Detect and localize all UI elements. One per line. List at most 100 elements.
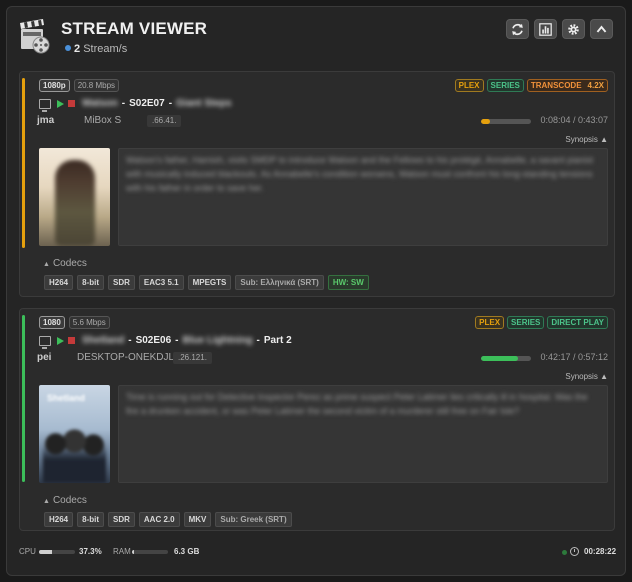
codec-chip: 8-bit bbox=[77, 512, 105, 527]
session-info: jma MiBox S .66.41. 0:08:04 / 0:43:07 bbox=[37, 115, 608, 129]
ram-bar bbox=[132, 550, 168, 554]
media-title-row: Shetland - S02E06 - Blue Lightning - Par… bbox=[39, 335, 292, 349]
progress-fill bbox=[481, 119, 490, 124]
refresh-icon bbox=[512, 23, 523, 35]
chevron-up-icon bbox=[596, 25, 607, 33]
header: STREAM VIEWER 2 Stream/s bbox=[19, 17, 613, 65]
transcode-label: TRANSCODE bbox=[530, 81, 582, 90]
tv-icon bbox=[39, 98, 51, 112]
server-tag: PLEX bbox=[475, 316, 505, 329]
hardware-chip: HW: SW bbox=[327, 275, 369, 290]
refresh-button[interactable] bbox=[506, 19, 529, 39]
clock-icon bbox=[570, 547, 579, 556]
episode-title: Giant Steps bbox=[176, 98, 232, 109]
poster-image bbox=[39, 148, 110, 246]
media-type-tag: SERIES bbox=[486, 79, 524, 92]
codec-chip: EAC3 5.1 bbox=[138, 275, 184, 290]
chevron-up-icon: ▲ bbox=[600, 135, 608, 144]
device-name: DESKTOP-ONEKDJL bbox=[77, 352, 175, 363]
clapperboard-icon bbox=[19, 19, 51, 55]
stream-card[interactable]: 1080p 20.8 Mbps PLEX SERIES TRANSCODE 4.2… bbox=[19, 71, 615, 297]
cpu-label: CPU bbox=[19, 547, 36, 556]
media-type-tag: SERIES bbox=[507, 316, 545, 329]
triangle-up-icon: ▲ bbox=[43, 498, 50, 505]
synopsis-toggle[interactable]: Synopsis ▲ bbox=[565, 135, 608, 144]
synopsis-label: Synopsis bbox=[565, 135, 598, 144]
stream-count-value: 2 bbox=[74, 43, 81, 55]
episode-title: Blue Lightning bbox=[182, 335, 253, 346]
media-title-row: Watson - S02E07 - Giant Steps bbox=[39, 98, 232, 112]
user-name: pei bbox=[37, 352, 52, 363]
collapse-button[interactable] bbox=[590, 19, 613, 39]
elapsed-time: 00:28:22 bbox=[584, 547, 617, 556]
transcode-speed: 4.2X bbox=[587, 81, 604, 90]
synopsis-text: Watson's father, Hamish, visits SMDP to … bbox=[118, 148, 608, 246]
play-icon bbox=[57, 99, 64, 108]
codec-chip: H264 bbox=[44, 512, 74, 527]
codecs-toggle[interactable]: ▲ Codecs bbox=[43, 258, 87, 269]
ip-address: .66.41. bbox=[147, 115, 182, 127]
ram-bar-fill bbox=[132, 550, 134, 554]
direct-play-tag: DIRECT PLAY bbox=[547, 316, 608, 329]
show-name: Shetland bbox=[82, 335, 125, 346]
app-title: STREAM VIEWER bbox=[61, 19, 208, 38]
codecs-toggle[interactable]: ▲ Codecs bbox=[43, 495, 87, 506]
stream-viewer-panel: STREAM VIEWER 2 Stream/s 1080p 20.8 Mbps bbox=[6, 6, 626, 576]
codec-chip: SDR bbox=[108, 512, 135, 527]
progress-fill bbox=[481, 356, 518, 361]
codec-chip: 8-bit bbox=[77, 275, 105, 290]
poster-title: Shetland bbox=[47, 393, 86, 403]
episode-part: Part 2 bbox=[263, 335, 292, 346]
stop-icon[interactable] bbox=[68, 337, 75, 344]
codecs-label: Codecs bbox=[52, 258, 87, 269]
cpu-bar bbox=[39, 550, 75, 554]
bitrate-badge: 20.8 Mbps bbox=[73, 79, 120, 92]
synopsis-toggle[interactable]: Synopsis ▲ bbox=[565, 372, 608, 381]
user-name: jma bbox=[37, 115, 55, 126]
tv-icon bbox=[39, 335, 51, 349]
transcode-tag: TRANSCODE 4.2X bbox=[526, 79, 608, 92]
codec-list: H264 8-bit SDR EAC3 5.1 MPEGTS Sub: Ελλη… bbox=[44, 275, 369, 290]
codecs-label: Codecs bbox=[52, 495, 87, 506]
chevron-up-icon: ▲ bbox=[600, 372, 608, 381]
ram-label: RAM bbox=[113, 547, 131, 556]
codec-list: H264 8-bit SDR AAC 2.0 MKV Sub: Greek (S… bbox=[44, 512, 292, 527]
resolution-badge: 1080p bbox=[39, 79, 70, 92]
header-buttons bbox=[506, 19, 613, 39]
system-stats-footer: CPU 37.3% RAM 6.3 GB 00:28:22 bbox=[19, 547, 617, 561]
progress-bar bbox=[481, 119, 531, 124]
playback-time: 0:08:04 / 0:43:07 bbox=[540, 115, 608, 125]
subtitle-chip: Sub: Ελληνικά (SRT) bbox=[235, 275, 324, 290]
codec-chip: AAC 2.0 bbox=[138, 512, 180, 527]
cpu-value: 37.3% bbox=[79, 547, 102, 556]
synopsis-body: Time is running out for Detective Inspec… bbox=[126, 392, 588, 416]
gear-icon bbox=[568, 23, 579, 35]
cpu-bar-fill bbox=[39, 550, 53, 554]
codec-chip: SDR bbox=[108, 275, 135, 290]
synopsis-body: Watson's father, Hamish, visits SMDP to … bbox=[126, 155, 594, 193]
server-tag: PLEX bbox=[454, 79, 484, 92]
stream-accent-bar bbox=[22, 78, 25, 248]
stream-count-suffix: Stream/s bbox=[83, 43, 128, 55]
progress-bar bbox=[481, 356, 531, 361]
codec-chip: H264 bbox=[44, 275, 74, 290]
subtitle-chip: Sub: Greek (SRT) bbox=[215, 512, 292, 527]
stream-accent-bar bbox=[22, 315, 25, 482]
status-dot bbox=[562, 550, 567, 555]
synopsis-text: Time is running out for Detective Inspec… bbox=[118, 385, 608, 483]
bitrate-badge: 5.6 Mbps bbox=[68, 316, 110, 329]
settings-button[interactable] bbox=[562, 19, 585, 39]
device-name: MiBox S bbox=[84, 115, 122, 126]
poster-image: Shetland bbox=[39, 385, 110, 483]
stream-card[interactable]: 1080 5.6 Mbps PLEX SERIES DIRECT PLAY Sh… bbox=[19, 308, 615, 531]
synopsis-label: Synopsis bbox=[565, 372, 598, 381]
show-name: Watson bbox=[82, 98, 118, 109]
ip-address: .26.121. bbox=[173, 352, 212, 364]
playback-time: 0:42:17 / 0:57:12 bbox=[540, 352, 608, 362]
codec-chip: MPEGTS bbox=[187, 275, 232, 290]
status-dot bbox=[65, 45, 71, 51]
session-info: pei DESKTOP-ONEKDJL .26.121. 0:42:17 / 0… bbox=[37, 352, 608, 366]
stats-button[interactable] bbox=[534, 19, 557, 39]
stop-icon[interactable] bbox=[68, 100, 75, 107]
codec-chip: MKV bbox=[183, 512, 212, 527]
